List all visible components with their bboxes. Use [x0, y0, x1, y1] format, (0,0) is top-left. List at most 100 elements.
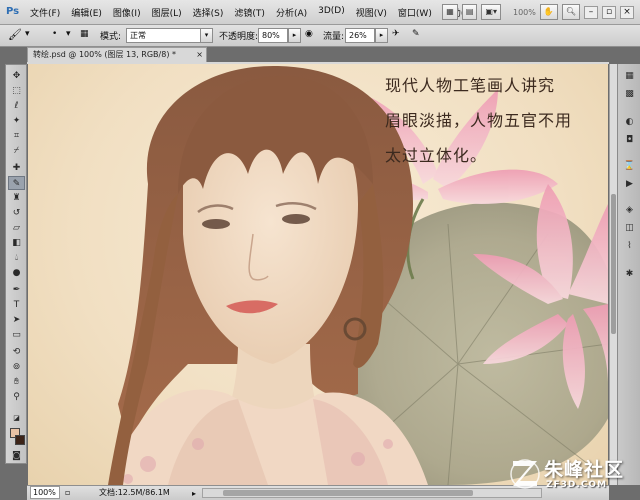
history-brush-tool-icon[interactable]: ↺	[8, 206, 25, 220]
menu-zoom-level[interactable]: 100%	[513, 8, 536, 17]
clone-stamp-tool-icon[interactable]: ♜	[8, 191, 25, 205]
menu-bar-right: ▦ ▤ ▣▾ 100% ✋ 🔍︎ – ▫ ×	[442, 4, 634, 20]
brush-size-icon[interactable]: •	[52, 29, 57, 39]
restore-icon[interactable]: ▫	[602, 5, 616, 19]
caption-line-2: 眉眼淡描，人物五官不用	[385, 111, 573, 130]
pressure-size-icon[interactable]: ✎	[412, 29, 420, 39]
status-zoom-field[interactable]: 100%	[30, 486, 60, 499]
brush-panel-icon[interactable]: ▦	[80, 29, 89, 39]
opacity-input[interactable]: 80%	[258, 28, 288, 43]
type-tool-icon[interactable]: T	[8, 298, 25, 312]
adjustments-panel-icon[interactable]: ◐	[622, 116, 637, 129]
healing-brush-tool-icon[interactable]: ✚	[8, 161, 25, 175]
menu-select[interactable]: 选择(S)	[193, 6, 224, 19]
bridge-icon[interactable]: ▦	[442, 4, 458, 20]
mode-dropdown-icon[interactable]: ▾	[200, 28, 213, 43]
path-select-tool-icon[interactable]: ➤	[8, 313, 25, 327]
menu-edit[interactable]: 编辑(E)	[71, 6, 102, 19]
background-color-swatch[interactable]	[15, 435, 25, 445]
document-close-icon[interactable]: ×	[196, 48, 203, 62]
swatches-panel-icon[interactable]: ▩	[622, 88, 637, 101]
horizontal-scroll-thumb[interactable]	[223, 490, 473, 496]
brush-preset-icon[interactable]: 🖌︎	[8, 28, 22, 41]
menu-3d[interactable]: 3D(D)	[318, 6, 345, 19]
menu-file[interactable]: 文件(F)	[30, 6, 60, 19]
status-menu-arrow-icon[interactable]: ▸	[192, 487, 196, 500]
default-colors-icon[interactable]: ◪	[8, 411, 25, 425]
close-icon[interactable]: ×	[620, 5, 634, 19]
brush-tool-icon[interactable]: ✎	[8, 176, 25, 190]
brush-size-arrow-icon[interactable]: ▾	[66, 29, 71, 39]
eye-right	[282, 214, 310, 224]
flow-input[interactable]: 26%	[345, 28, 375, 43]
gradient-tool-icon[interactable]: ◧	[8, 236, 25, 250]
opacity-label: 不透明度:	[219, 32, 259, 42]
dodge-tool-icon[interactable]: ●	[8, 266, 25, 280]
paths-panel-icon[interactable]: ⌇	[622, 240, 637, 253]
tool-preset-arrow-icon[interactable]: ▾	[25, 29, 30, 39]
zoom-tool-icon-panel[interactable]: ⚲	[8, 390, 25, 404]
flow-slider-icon[interactable]: ▸	[375, 28, 388, 43]
eyedropper-tool-icon[interactable]: ⌿	[8, 144, 25, 158]
vertical-scroll-thumb[interactable]	[611, 194, 616, 334]
minibridge-icon[interactable]: ▤	[461, 4, 478, 20]
menu-filter[interactable]: 滤镜(T)	[234, 6, 265, 19]
zf3d-logo-icon	[510, 459, 540, 489]
mode-select[interactable]: 正常	[126, 28, 211, 43]
3d-rotate-tool-icon[interactable]: ⟲	[8, 345, 25, 359]
actions-panel-icon[interactable]: ▶	[622, 178, 637, 191]
airbrush-icon[interactable]: ✈︎	[392, 29, 400, 39]
quick-select-tool-icon[interactable]: ✦	[8, 114, 25, 128]
layers-panel-icon[interactable]: ◈	[622, 204, 637, 217]
minimize-icon[interactable]: –	[584, 5, 598, 19]
caption-line-3: 太过立体化。	[385, 146, 488, 165]
options-bar: 🖌︎ ▾ • ▾ ▦ 模式: 正常 ▾ 不透明度: 80% ▸ ◉ 流量: 26…	[0, 25, 640, 47]
marquee-tool-icon[interactable]: ⬚	[8, 84, 25, 98]
masks-panel-icon[interactable]: ◘	[622, 134, 637, 147]
quick-mask-icon[interactable]: ◙	[8, 449, 25, 463]
site-watermark: 朱峰社区 ZF3D.COM	[508, 455, 638, 499]
zoom-tool-icon[interactable]: 🔍︎	[561, 4, 580, 20]
brushes-panel-icon[interactable]: ✱	[622, 268, 637, 281]
caption-line-1: 现代人物工笔画人讲究	[385, 76, 556, 95]
menu-layer[interactable]: 图层(L)	[152, 6, 182, 19]
pen-tool-icon[interactable]: ✒	[8, 283, 25, 297]
tools-panel: ✥ ⬚ ℓ ✦ ⌗ ⌿ ✚ ✎ ♜ ↺ ▱ ◧ 💧︎ ● ✒ T ➤ ▭ ⟲ ⊚…	[5, 64, 27, 464]
opacity-slider-icon[interactable]: ▸	[288, 28, 301, 43]
document-tab-title: 转绘.psd @ 100% (图层 13, RGB/8) *	[33, 50, 176, 59]
photoshop-logo: Ps	[5, 6, 20, 17]
eye-left	[202, 219, 230, 229]
crop-tool-icon[interactable]: ⌗	[8, 129, 25, 143]
3d-orbit-tool-icon[interactable]: ⊚	[8, 360, 25, 374]
history-panel-icon[interactable]: ⌛	[622, 160, 637, 173]
move-tool-icon[interactable]: ✥	[8, 69, 25, 83]
hand-tool-icon-panel[interactable]: ✋︎	[8, 375, 25, 389]
pressure-opacity-icon[interactable]: ◉	[305, 29, 313, 39]
hand-tool-icon[interactable]: ✋	[539, 4, 558, 20]
document-canvas[interactable]: 现代人物工笔画人讲究 眉眼淡描，人物五官不用 太过立体化。	[28, 64, 608, 485]
watermark-name: 朱峰社区	[544, 459, 625, 481]
panel-dock: ▦ ▩ ◐ ◘ ⌛ ▶ ◈ ◫ ⌇ ✱	[617, 64, 640, 485]
status-zoom-icon[interactable]: ▫	[65, 486, 70, 500]
document-tab[interactable]: 转绘.psd @ 100% (图层 13, RGB/8) * ×	[27, 47, 207, 62]
view-extras-icon[interactable]: ▣▾	[481, 4, 501, 20]
menu-image[interactable]: 图像(I)	[113, 6, 141, 19]
eraser-tool-icon[interactable]: ▱	[8, 221, 25, 235]
caption-text: 现代人物工笔画人讲究 眉眼淡描，人物五官不用 太过立体化。	[385, 68, 608, 173]
mode-label: 模式:	[100, 32, 122, 42]
flow-label: 流量:	[323, 32, 345, 42]
horizontal-scrollbar[interactable]	[202, 488, 542, 498]
menu-bar: Ps 文件(F) 编辑(E) 图像(I) 图层(L) 选择(S) 滤镜(T) 分…	[0, 0, 640, 25]
lasso-tool-icon[interactable]: ℓ	[8, 99, 25, 113]
blur-tool-icon[interactable]: 💧︎	[8, 251, 25, 265]
watermark-domain: ZF3D.COM	[546, 480, 608, 490]
shape-tool-icon[interactable]: ▭	[8, 328, 25, 342]
color-panel-icon[interactable]: ▦	[622, 70, 637, 83]
menu-analysis[interactable]: 分析(A)	[276, 6, 307, 19]
menu-window[interactable]: 窗口(W)	[398, 6, 432, 19]
status-doc-info: 文档:12.5M/86.1M	[99, 488, 170, 497]
channels-panel-icon[interactable]: ◫	[622, 222, 637, 235]
menu-list: 文件(F) 编辑(E) 图像(I) 图层(L) 选择(S) 滤镜(T) 分析(A…	[30, 6, 486, 19]
vertical-scrollbar[interactable]	[609, 64, 617, 485]
menu-view[interactable]: 视图(V)	[356, 6, 387, 19]
